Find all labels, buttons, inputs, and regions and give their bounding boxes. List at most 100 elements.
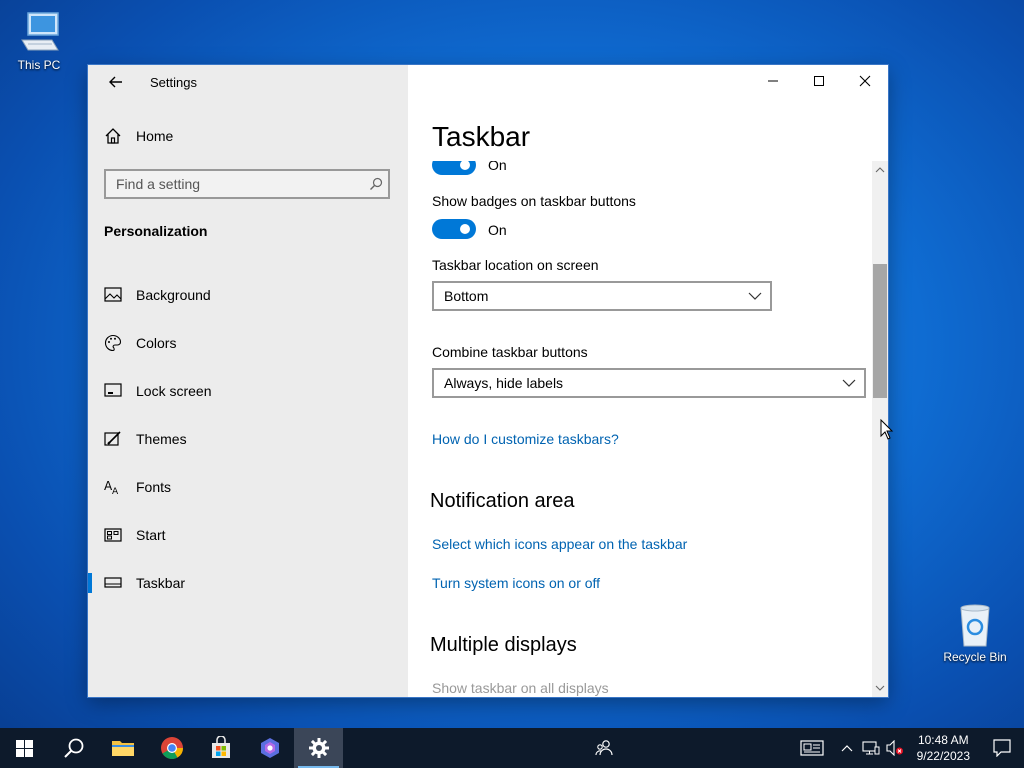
minimize-button[interactable] (750, 65, 796, 97)
multi-displays-label: Show taskbar on all displays (432, 680, 609, 696)
news-button[interactable] (795, 739, 829, 757)
sidebar: Settings Home Find a setting Personaliza… (88, 65, 408, 697)
system-tray: 10:48 AM 9/22/2023 (795, 728, 1024, 768)
sidebar-nav: Background Colors Lock screen Themes A A… (88, 271, 408, 607)
page-title: Taskbar (432, 121, 531, 152)
start-button[interactable] (0, 728, 49, 768)
home-nav-item[interactable]: Home (104, 127, 173, 145)
settings-taskbar-button[interactable] (294, 728, 343, 768)
search-icon (364, 177, 388, 191)
chevron-up-icon (841, 745, 853, 752)
search-icon (63, 738, 83, 758)
mouse-cursor-icon (880, 419, 894, 440)
clock[interactable]: 10:48 AM 9/22/2023 (907, 732, 980, 764)
gear-icon (308, 738, 329, 758)
recycle-bin-icon (960, 604, 990, 647)
store-button[interactable] (196, 728, 245, 768)
start-icon (104, 526, 122, 544)
volume-muted-icon (886, 740, 903, 756)
settings-scroll-area: On Show badges on taskbar buttons On Tas… (408, 161, 872, 697)
sidebar-item-colors[interactable]: Colors (88, 319, 408, 367)
people-icon (595, 740, 613, 756)
sidebar-item-label: Colors (136, 335, 177, 351)
taskbar-option-toggle[interactable] (432, 161, 476, 175)
sidebar-item-taskbar[interactable]: Taskbar (88, 559, 408, 607)
sidebar-item-label: Fonts (136, 479, 172, 495)
fonts-icon: AA (104, 478, 122, 496)
content-pane: Taskbar On Show badges on taskbar button… (408, 65, 888, 697)
sidebar-item-label: Start (136, 527, 166, 543)
notification-heading: Notification area (430, 490, 575, 512)
search-placeholder: Find a setting (116, 176, 201, 192)
multi-displays-heading: Multiple displays (430, 634, 577, 656)
help-link[interactable]: How do I customize taskbars? (432, 431, 619, 447)
arrow-left-icon (109, 76, 122, 88)
themes-icon (104, 430, 122, 448)
chrome-button[interactable] (147, 728, 196, 768)
combine-label: Combine taskbar buttons (432, 344, 588, 360)
notification-icon (993, 739, 1011, 757)
scroll-up-icon[interactable] (872, 163, 888, 177)
location-dropdown[interactable]: Bottom (432, 281, 772, 311)
back-button[interactable] (102, 71, 130, 93)
clock-date: 9/22/2023 (916, 749, 970, 763)
this-pc-label: This PC (17, 58, 61, 72)
volume-button[interactable] (883, 740, 907, 756)
file-explorer-button[interactable] (98, 728, 147, 768)
combine-value: Always, hide labels (444, 375, 564, 391)
copilot-button[interactable] (245, 728, 294, 768)
store-icon (211, 736, 230, 758)
chevron-down-icon (740, 292, 770, 300)
location-label: Taskbar location on screen (432, 257, 599, 273)
select-icons-link[interactable]: Select which icons appear on the taskbar (432, 536, 687, 552)
clock-time: 10:48 AM (917, 733, 969, 747)
chevron-down-icon (834, 379, 864, 387)
sidebar-item-label: Background (136, 287, 211, 303)
maximize-icon (814, 76, 824, 86)
home-label: Home (136, 128, 174, 144)
badges-label: Show badges on taskbar buttons (432, 193, 636, 209)
system-icons-link[interactable]: Turn system icons on or off (432, 575, 600, 591)
people-button[interactable] (590, 728, 618, 768)
taskbar: 10:48 AM 9/22/2023 (0, 728, 1024, 768)
sidebar-item-label: Lock screen (136, 383, 212, 399)
chrome-icon (160, 737, 183, 759)
home-icon (105, 128, 121, 144)
search-taskbar-button[interactable] (49, 728, 98, 768)
network-button[interactable] (859, 740, 883, 756)
taskbar-icon (104, 574, 122, 592)
toggle-state: On (488, 161, 507, 173)
lock-screen-icon (104, 382, 122, 400)
location-value: Bottom (444, 288, 489, 304)
combine-dropdown[interactable]: Always, hide labels (432, 368, 866, 398)
image-icon (104, 286, 122, 304)
settings-window: Settings Home Find a setting Personaliza… (88, 65, 888, 697)
sidebar-item-start[interactable]: Start (88, 511, 408, 559)
show-hidden-icons-button[interactable] (835, 744, 859, 752)
maximize-button[interactable] (796, 65, 842, 97)
close-icon (859, 75, 871, 87)
news-icon (800, 740, 824, 756)
windows-logo-icon (16, 739, 33, 757)
sidebar-item-lock-screen[interactable]: Lock screen (88, 367, 408, 415)
folder-icon (111, 741, 134, 756)
close-button[interactable] (842, 65, 888, 97)
badges-state: On (488, 222, 507, 238)
action-center-button[interactable] (980, 739, 1024, 757)
recycle-bin-label: Recycle Bin (943, 650, 1007, 664)
sidebar-item-themes[interactable]: Themes (88, 415, 408, 463)
sidebar-item-fonts[interactable]: AA Fonts (88, 463, 408, 511)
minimize-icon (768, 80, 778, 82)
palette-icon (104, 334, 122, 352)
copilot-icon (260, 738, 279, 758)
scrollbar-thumb[interactable] (873, 264, 887, 398)
svg-text:A: A (112, 487, 119, 495)
badges-toggle[interactable] (432, 219, 476, 239)
scroll-down-icon[interactable] (872, 681, 888, 695)
sidebar-item-background[interactable]: Background (88, 271, 408, 319)
window-title: Settings (150, 75, 197, 90)
search-input[interactable]: Find a setting (104, 169, 390, 199)
network-icon (862, 741, 880, 755)
this-pc-desktop-icon[interactable]: This PC (4, 10, 74, 72)
recycle-bin-desktop-icon[interactable]: Recycle Bin (940, 602, 1010, 664)
